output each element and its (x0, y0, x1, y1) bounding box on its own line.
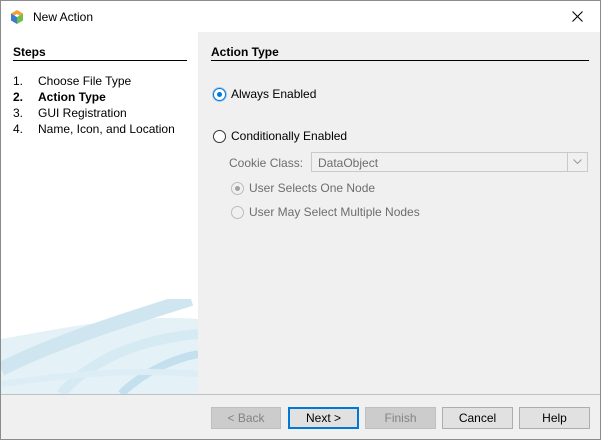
step-number: 4. (13, 122, 24, 136)
cookie-class-label: Cookie Class: (229, 156, 304, 170)
steps-heading: Steps (13, 45, 187, 61)
conditionally-enabled-option[interactable]: Conditionally Enabled (213, 129, 347, 143)
user-selects-one-node-radio[interactable] (231, 181, 244, 195)
decorative-swoosh-graphic (1, 299, 198, 394)
help-button[interactable]: Help (519, 407, 590, 429)
step-name-icon-location: 4. Name, Icon, and Location (13, 121, 175, 137)
cancel-button[interactable]: Cancel (442, 407, 513, 429)
user-may-select-multiple-nodes-option[interactable]: User May Select Multiple Nodes (231, 205, 420, 219)
chevron-down-icon[interactable] (567, 153, 587, 171)
step-label: GUI Registration (38, 106, 127, 120)
finish-button[interactable]: Finish (365, 407, 436, 429)
conditionally-enabled-radio[interactable] (213, 129, 226, 143)
steps-panel: Steps 1. Choose File Type 2. Action Type 3… (1, 32, 198, 394)
step-number: 3. (13, 106, 24, 120)
netbeans-cube-icon (11, 10, 23, 24)
button-bar: < Back Next > Finish Cancel Help (1, 394, 600, 439)
step-label: Choose File Type (38, 74, 132, 88)
always-enabled-radio[interactable] (213, 87, 226, 101)
user-may-select-multiple-nodes-radio[interactable] (231, 205, 244, 219)
cookie-class-value: DataObject (318, 156, 379, 170)
window-title: New Action (33, 10, 94, 24)
section-heading: Action Type (211, 45, 589, 61)
cookie-class-select[interactable]: DataObject (311, 152, 588, 172)
new-action-dialog: New Action Steps 1. Choose File Type 2. Ac… (0, 0, 601, 440)
step-label: Name, Icon, and Location (38, 122, 175, 136)
close-icon (571, 11, 583, 22)
conditionally-enabled-label: Conditionally Enabled (231, 129, 348, 143)
next-button[interactable]: Next > (288, 407, 359, 429)
title-bar[interactable]: New Action (1, 1, 600, 32)
always-enabled-label: Always Enabled (231, 87, 317, 101)
always-enabled-option[interactable]: Always Enabled (213, 87, 316, 101)
step-gui-registration: 3. GUI Registration (13, 105, 175, 121)
step-choose-file-type: 1. Choose File Type (13, 73, 175, 89)
action-type-panel: Action Type Always Enabled Conditionally… (198, 32, 600, 394)
step-number: 2. (13, 90, 24, 104)
step-number: 1. (13, 74, 24, 88)
steps-list: 1. Choose File Type 2. Action Type 3. GUI R… (13, 73, 175, 137)
user-selects-one-node-option[interactable]: User Selects One Node (231, 181, 375, 195)
back-button[interactable]: < Back (211, 407, 281, 429)
step-action-type: 2. Action Type (13, 89, 175, 105)
close-button[interactable] (554, 1, 600, 32)
user-selects-one-node-label: User Selects One Node (249, 181, 376, 195)
step-label: Action Type (38, 90, 106, 104)
user-may-select-multiple-nodes-label: User May Select Multiple Nodes (249, 205, 420, 219)
